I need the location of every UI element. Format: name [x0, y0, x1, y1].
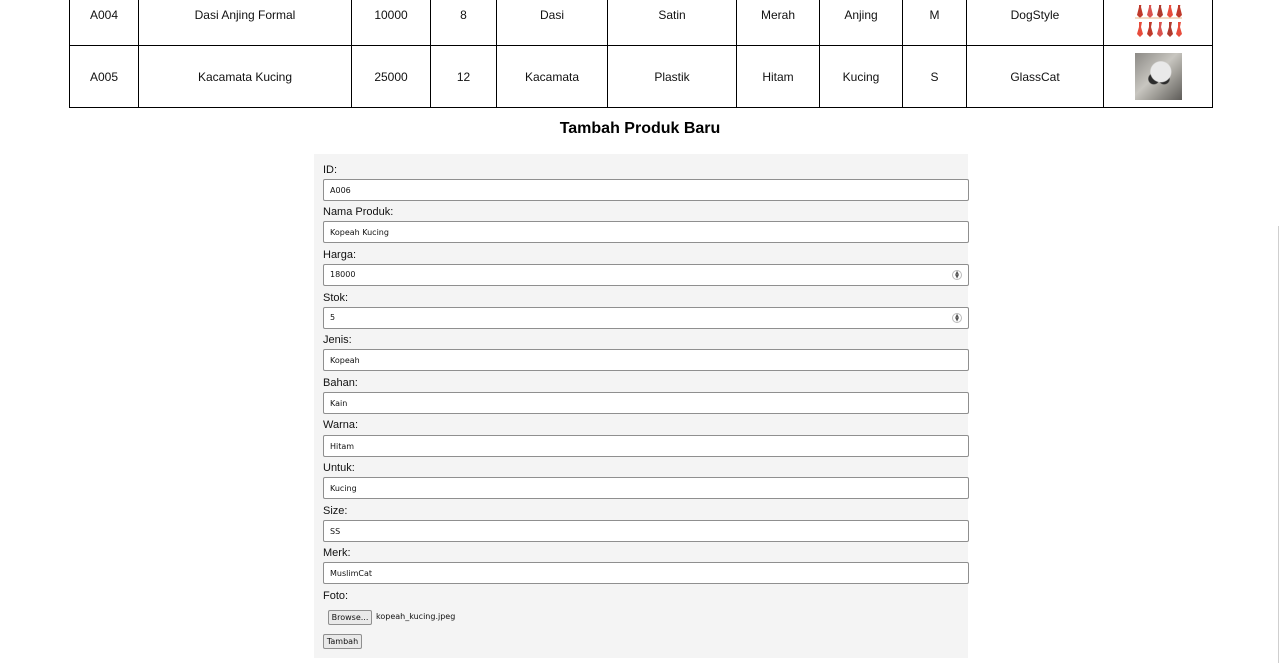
stok-value: 5: [330, 313, 336, 322]
cell-stok: 8: [430, 0, 497, 46]
cell-harga: 25000: [351, 45, 431, 108]
cell-nama: Dasi Anjing Formal: [138, 0, 352, 46]
bahan-label: Bahan:: [323, 377, 358, 389]
size-input[interactable]: [323, 520, 969, 542]
bahan-input[interactable]: [323, 392, 969, 414]
cell-merk: DogStyle: [966, 0, 1104, 46]
harga-input[interactable]: 18000 ▲ ▼: [323, 264, 969, 286]
selected-file-name: kopeah_kucing.jpeg: [376, 612, 456, 621]
cell-id: A004: [69, 0, 139, 46]
stok-spinner-icon[interactable]: ▲ ▼: [952, 313, 962, 323]
merk-label: Merk:: [323, 547, 351, 559]
ties-photo: [1134, 5, 1182, 38]
cell-nama: Kacamata Kucing: [138, 45, 352, 108]
harga-label: Harga:: [323, 249, 357, 261]
merk-input[interactable]: [323, 562, 969, 584]
stok-label: Stok:: [323, 292, 349, 304]
cell-id: A005: [69, 45, 139, 108]
harga-spinner-icon[interactable]: ▲ ▼: [952, 270, 962, 280]
browse-button[interactable]: Browse...: [328, 610, 372, 625]
cell-untuk: Anjing: [819, 0, 903, 46]
cell-merk: GlassCat: [966, 45, 1104, 108]
cell-size: M: [902, 0, 967, 46]
size-label: Size:: [323, 505, 348, 517]
cell-warna: Merah: [736, 0, 820, 46]
cell-harga: 10000: [351, 0, 431, 46]
untuk-input[interactable]: [323, 477, 969, 499]
nama-produk-label: Nama Produk:: [323, 206, 394, 218]
cell-size: S: [902, 45, 967, 108]
id-label: ID:: [323, 164, 338, 176]
nama-produk-input[interactable]: [323, 221, 969, 243]
cell-warna: Hitam: [736, 45, 820, 108]
harga-value: 18000: [330, 270, 356, 279]
jenis-input[interactable]: [323, 349, 969, 371]
cat-sunglasses-photo: [1134, 53, 1182, 100]
table-row: A005 Kacamata Kucing 25000 12 Kacamata P…: [69, 45, 1213, 108]
cell-stok: 12: [430, 45, 497, 108]
cell-untuk: Kucing: [819, 45, 903, 108]
cell-jenis: Dasi: [496, 0, 608, 46]
stok-input[interactable]: 5 ▲ ▼: [323, 307, 969, 329]
add-product-form: ID: Nama Produk: Harga: 18000 ▲▼ Stok: 5…: [314, 154, 969, 658]
cell-foto: [1103, 0, 1213, 46]
tambah-button[interactable]: Tambah: [323, 634, 362, 649]
form-title: Tambah Produk Baru: [559, 120, 721, 137]
jenis-label: Jenis:: [323, 334, 352, 346]
cell-foto: [1103, 45, 1213, 108]
product-table: A004 Dasi Anjing Formal 10000 8 Dasi Sat…: [69, 0, 1213, 108]
untuk-label: Untuk:: [323, 462, 355, 474]
cell-jenis: Kacamata: [496, 45, 608, 108]
foto-label: Foto:: [323, 590, 349, 602]
page-scrollbar[interactable]: [1278, 226, 1279, 663]
id-input[interactable]: [323, 179, 969, 201]
warna-label: Warna:: [323, 419, 359, 431]
cell-bahan: Plastik: [607, 45, 737, 108]
cell-bahan: Satin: [607, 0, 737, 46]
warna-input[interactable]: [323, 435, 969, 457]
table-row: A004 Dasi Anjing Formal 10000 8 Dasi Sat…: [69, 0, 1213, 46]
